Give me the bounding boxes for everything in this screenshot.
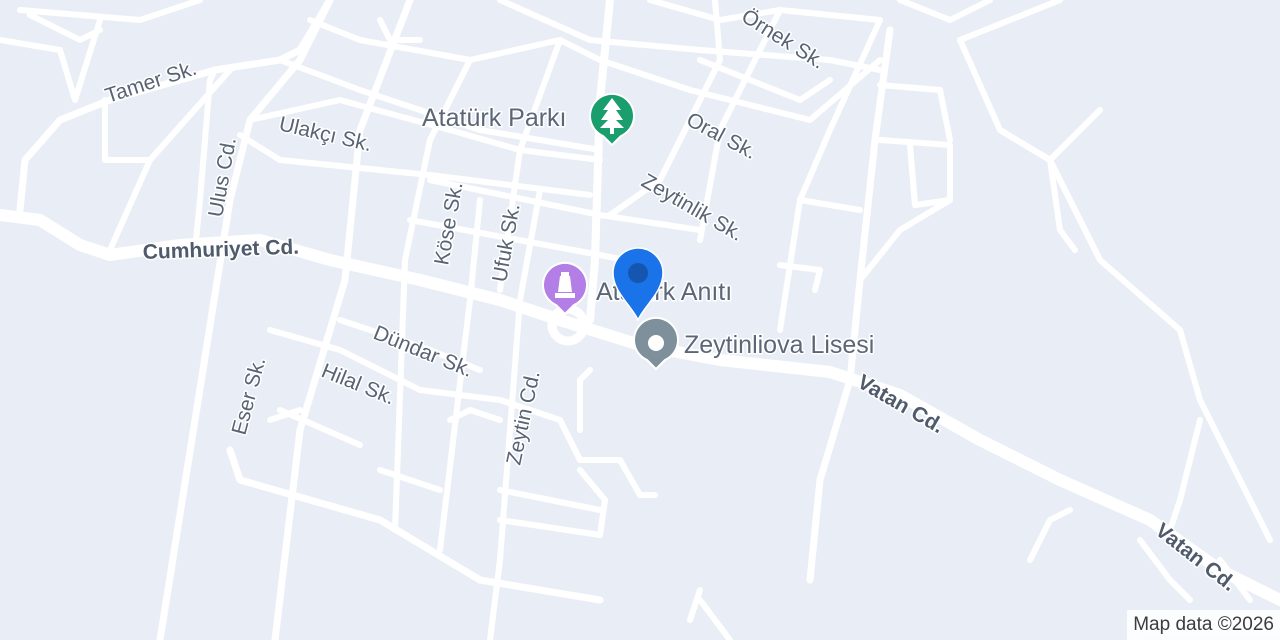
map-canvas[interactable]: Tamer Sk. Ulus Cd. Ulakçı Sk. Cumhuriyet…	[0, 0, 1280, 640]
poi-park-label: Atatürk Parkı	[422, 104, 567, 132]
map-attribution: Map data ©2026	[1127, 610, 1280, 640]
map-background	[0, 0, 1280, 640]
poi-school-label: Zeytinliova Lisesi	[684, 331, 874, 359]
